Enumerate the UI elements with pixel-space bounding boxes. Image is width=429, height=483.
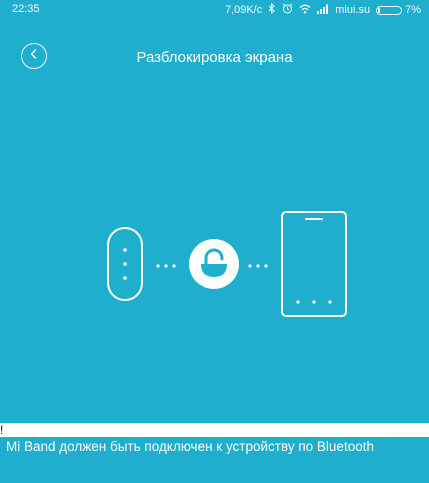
notice-message: Mi Band должен быть подключен к устройст…	[0, 437, 429, 457]
notice-banner: ! Mi Band должен быть подключен к устрой…	[0, 423, 429, 457]
left-connector-dots	[156, 264, 176, 268]
right-connector-dots	[248, 264, 268, 268]
mi-band-icon	[107, 227, 143, 301]
unlock-icon	[189, 239, 239, 289]
phone-icon	[281, 211, 347, 317]
notice-header: !	[0, 423, 4, 437]
unlock-illustration	[107, 211, 347, 317]
